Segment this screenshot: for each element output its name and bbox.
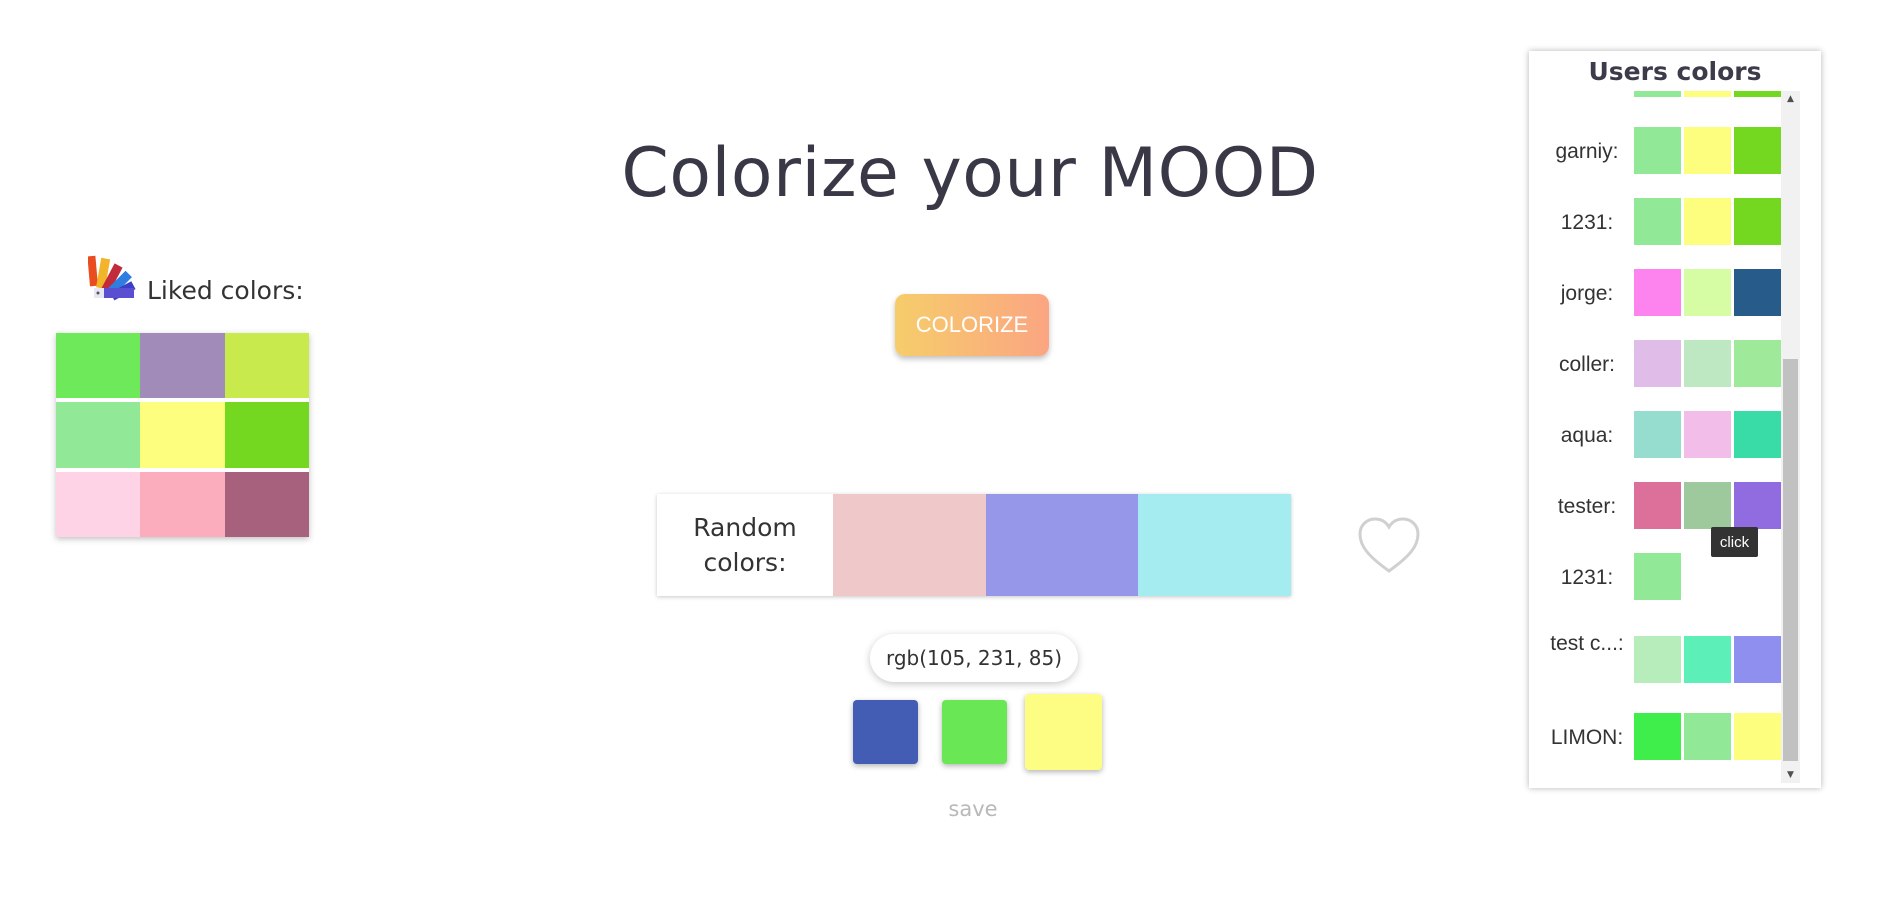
liked-color-swatch[interactable] bbox=[56, 402, 141, 468]
users-list-scrollbar[interactable]: ▲ ▼ bbox=[1781, 91, 1800, 783]
user-name: test c...: bbox=[1550, 632, 1624, 655]
random-colors-label: Random colors: bbox=[693, 513, 797, 577]
scroll-up-icon[interactable]: ▲ bbox=[1781, 91, 1800, 107]
user-name: coller: bbox=[1558, 353, 1616, 376]
user-name: 1231: bbox=[1560, 566, 1614, 589]
heart-icon[interactable] bbox=[1356, 516, 1422, 576]
user-name: jorge: bbox=[1560, 282, 1614, 305]
user-color-swatch[interactable] bbox=[1634, 636, 1681, 683]
color-palette-icon bbox=[88, 255, 136, 301]
user-color-swatch[interactable] bbox=[1734, 269, 1781, 316]
user-colors-row[interactable]: aqua: bbox=[1529, 411, 1799, 461]
colorize-button[interactable]: COLORIZE bbox=[895, 294, 1049, 356]
user-color-swatch[interactable] bbox=[1634, 553, 1681, 600]
user-name: 1231: bbox=[1560, 211, 1614, 234]
random-colors-panel: Random colors: bbox=[657, 494, 1292, 596]
user-color-swatch[interactable] bbox=[1684, 198, 1731, 245]
user-colors-row[interactable]: LIMON: bbox=[1529, 713, 1799, 763]
users-colors-title: Users colors bbox=[1588, 57, 1762, 86]
user-colors-row[interactable]: garniy: bbox=[1529, 127, 1799, 177]
picked-color-swatch[interactable] bbox=[942, 700, 1007, 764]
random-swatch[interactable] bbox=[833, 494, 986, 596]
users-colors-panel: Users colors garniy: 1231: jorge: coller: aq… bbox=[1529, 51, 1821, 788]
user-color-swatch[interactable] bbox=[1734, 411, 1781, 458]
user-colors-row[interactable]: 1231: bbox=[1529, 553, 1799, 603]
user-color-swatch[interactable] bbox=[1684, 269, 1731, 316]
user-colors-row[interactable]: test c...: bbox=[1529, 632, 1799, 686]
user-color-swatch[interactable] bbox=[1634, 482, 1681, 529]
user-color-swatch[interactable] bbox=[1634, 411, 1681, 458]
user-color-swatch[interactable] bbox=[1684, 340, 1731, 387]
liked-color-swatch[interactable] bbox=[140, 333, 225, 399]
liked-color-swatch[interactable] bbox=[56, 471, 141, 537]
user-name: tester: bbox=[1557, 495, 1617, 518]
user-color-swatch[interactable] bbox=[1634, 713, 1681, 760]
liked-colors-grid bbox=[56, 333, 309, 537]
user-color-swatch[interactable] bbox=[1734, 636, 1781, 683]
user-color-swatch[interactable] bbox=[1634, 340, 1681, 387]
user-color-swatch[interactable] bbox=[1684, 482, 1731, 529]
liked-color-swatch[interactable] bbox=[140, 471, 225, 537]
user-color-swatch[interactable] bbox=[1634, 269, 1681, 316]
liked-color-swatch[interactable] bbox=[224, 333, 309, 399]
user-color-swatch[interactable] bbox=[1734, 127, 1781, 174]
liked-color-swatch[interactable] bbox=[56, 333, 141, 399]
user-color-swatch[interactable] bbox=[1634, 127, 1681, 174]
liked-colors-title: Liked colors: bbox=[147, 276, 304, 305]
user-color-swatch[interactable] bbox=[1634, 198, 1681, 245]
user-color-swatch[interactable] bbox=[1734, 340, 1781, 387]
scroll-down-icon[interactable]: ▼ bbox=[1781, 767, 1800, 783]
liked-color-swatch[interactable] bbox=[224, 471, 309, 537]
users-colors-list[interactable]: garniy: 1231: jorge: coller: aqua: tester: 123… bbox=[1529, 91, 1799, 781]
user-color-swatch[interactable] bbox=[1684, 127, 1731, 174]
save-button[interactable]: save bbox=[940, 797, 1006, 821]
user-colors-row[interactable]: jorge: bbox=[1529, 269, 1799, 319]
user-color-swatch[interactable] bbox=[1684, 636, 1731, 683]
user-colors-row[interactable]: 1231: bbox=[1529, 198, 1799, 248]
liked-color-swatch[interactable] bbox=[224, 402, 309, 468]
picked-color-swatch[interactable] bbox=[1025, 694, 1102, 770]
user-color-swatch[interactable] bbox=[1734, 482, 1781, 529]
user-color-swatch[interactable] bbox=[1684, 713, 1731, 760]
user-color-swatch[interactable] bbox=[1684, 411, 1731, 458]
user-colors-row[interactable]: coller: bbox=[1529, 340, 1799, 390]
liked-color-swatch[interactable] bbox=[140, 402, 225, 468]
user-name: garniy: bbox=[1555, 140, 1619, 163]
user-color-swatch[interactable] bbox=[1734, 713, 1781, 760]
rgb-readout: rgb(105, 231, 85) bbox=[870, 634, 1078, 682]
tooltip: click bbox=[1711, 527, 1758, 557]
user-colors-row[interactable]: tester: bbox=[1529, 482, 1799, 532]
random-swatch[interactable] bbox=[1138, 494, 1292, 596]
user-name: aqua: bbox=[1560, 424, 1614, 447]
user-color-swatch[interactable] bbox=[1734, 198, 1781, 245]
picked-color-swatch[interactable] bbox=[853, 700, 918, 764]
scrollbar-thumb[interactable] bbox=[1783, 359, 1798, 761]
random-swatch[interactable] bbox=[985, 494, 1139, 596]
user-name: LIMON: bbox=[1550, 726, 1624, 749]
